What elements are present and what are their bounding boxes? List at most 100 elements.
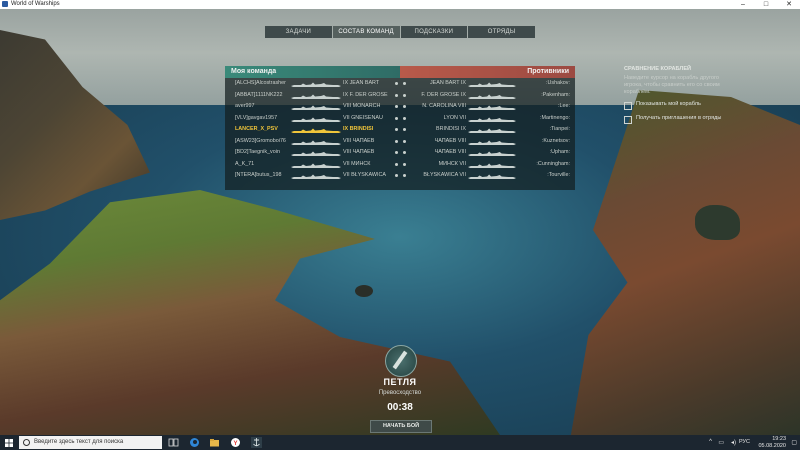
ship-silhouette-icon xyxy=(468,162,516,168)
player-name: [VLV]gavgav1957 xyxy=(235,114,278,121)
enemy-team-row[interactable]: JEAN BART IX :Ushakov: xyxy=(400,78,575,90)
start-button[interactable] xyxy=(0,435,18,450)
ship-name: LYON VII xyxy=(443,114,466,121)
tray-chevron-icon[interactable]: ^ xyxy=(709,439,712,445)
player-name: :Upham: xyxy=(549,149,570,155)
enemy-team-row[interactable]: BŁYSKAWICA VII:Tourville: xyxy=(400,170,575,182)
clock[interactable]: 19:23 05.08.2020 xyxy=(746,436,786,449)
ship-name: JEAN BART IX xyxy=(429,80,466,86)
tab-tasks[interactable]: ЗАДАЧИ xyxy=(265,26,332,38)
player-name: [NTERA]butus_198 xyxy=(235,172,282,178)
status-dot-icon xyxy=(403,93,406,97)
task-view-icon[interactable] xyxy=(168,437,179,448)
system-tray: ^ ▭ ◂) РУС 19:23 05.08.2020 ▢ xyxy=(680,435,800,450)
my-team-row[interactable]: [VLV]gavgav1957 VII GNEISENAU xyxy=(225,113,400,125)
ship-silhouette-icon xyxy=(291,104,341,110)
clock-date: 05.08.2020 xyxy=(758,442,786,449)
search-placeholder: Введите здесь текст для поиска xyxy=(34,439,124,445)
my-team-row[interactable]: aver997 VIII MONARCH xyxy=(225,101,400,113)
ship-name: IX BRINDISI xyxy=(343,126,374,132)
enemy-team-row[interactable]: ЧАПАЕВ VIII :Kuznetsov: xyxy=(400,136,575,148)
enemy-team-header: Противники xyxy=(400,66,575,78)
ship-silhouette-icon xyxy=(468,139,516,145)
my-team-list: [ALCHS]Alcostrasher IX JEAN BART [ABBAT]11… xyxy=(225,78,400,182)
notifications-icon[interactable]: ▢ xyxy=(791,439,797,446)
ship-silhouette-icon xyxy=(291,127,341,133)
tab-team-composition[interactable]: СОСТАВ КОМАНД xyxy=(332,26,400,38)
window-title: World of Warships xyxy=(11,1,60,7)
status-dot-icon xyxy=(403,128,406,131)
tab-hints[interactable]: ПОДСКАЗКИ xyxy=(400,26,468,38)
receive-invites-checkbox[interactable]: Получать приглашения в отряды xyxy=(624,115,739,124)
svg-text:Y: Y xyxy=(233,441,237,447)
status-dot-icon xyxy=(403,174,406,177)
top-nav: ЗАДАЧИ СОСТАВ КОМАНД ПОДСКАЗКИ ОТРЯДЫ xyxy=(265,26,536,38)
show-my-ship-checkbox[interactable]: Показывать мой корабль xyxy=(624,101,739,110)
ship-silhouette-icon xyxy=(291,93,341,99)
my-team-row[interactable]: [ASW23]Gromoboi76 VIII ЧАПАЕВ xyxy=(225,136,400,148)
status-dot-icon xyxy=(403,105,406,108)
status-dot-icon xyxy=(395,162,398,166)
maximize-icon[interactable]: □ xyxy=(755,0,777,9)
checkbox-label: Показывать мой корабль xyxy=(636,101,701,107)
battle-mode: Превосходство xyxy=(378,390,422,396)
ship-silhouette-icon xyxy=(468,93,516,99)
enemy-team-row[interactable]: BRINDISI IX:Tianpei: xyxy=(400,124,575,136)
enemy-team-row[interactable]: ЧАПАЕВ VIII :Upham: xyxy=(400,147,575,159)
ship-silhouette-icon xyxy=(468,150,516,156)
enemy-team-row[interactable]: F. DER GROSE IX :Pakenham: xyxy=(400,90,575,102)
player-name: :Kuznetsov: xyxy=(541,137,570,144)
ship-silhouette-icon xyxy=(291,150,341,156)
enemy-team-list: JEAN BART IX :Ushakov: F. DER GROSE IX :Pak… xyxy=(400,78,575,182)
enemy-team-row[interactable]: N. CAROLINA VIII:Lee: xyxy=(400,101,575,113)
ship-name: ЧАПАЕВ VIII xyxy=(434,137,466,144)
my-team-row[interactable]: [NTERA]butus_198 VII BŁYSKAWICA xyxy=(225,170,400,182)
game-screen: World of Warships – □ ✕ ЗАДАЧИ СОСТАВ КО… xyxy=(0,0,800,450)
ship-silhouette-icon xyxy=(468,81,516,87)
enemy-team-row[interactable]: LYON VII :Martinengo: xyxy=(400,113,575,125)
windows-logo-icon xyxy=(5,439,13,447)
ship-name: ЧАПАЕВ VIII xyxy=(434,149,466,155)
player-name: :Cunningham: xyxy=(536,160,570,167)
status-dot-icon xyxy=(395,105,398,108)
volume-icon[interactable]: ◂) xyxy=(731,439,736,446)
start-battle-button[interactable]: НАЧАТЬ БОЙ xyxy=(370,420,432,433)
status-dot-icon xyxy=(395,93,398,97)
countdown-timer: 00:38 xyxy=(387,402,413,413)
status-dot-icon xyxy=(403,116,406,120)
taskbar-search-box[interactable]: Введите здесь текст для поиска xyxy=(19,436,162,449)
close-icon[interactable]: ✕ xyxy=(778,0,800,9)
sea-rock xyxy=(695,205,740,240)
ship-name: F. DER GROSE IX xyxy=(421,91,466,98)
enemy-team-row[interactable]: МИНСК VII :Cunningham: xyxy=(400,159,575,171)
player-name: :Ushakov: xyxy=(546,80,570,86)
ship-silhouette-icon xyxy=(468,173,516,179)
status-dot-icon xyxy=(403,139,406,143)
player-name: :Pakenham: xyxy=(541,91,570,98)
my-team-row[interactable]: A_K_71 VII МИНСК xyxy=(225,159,400,171)
edge-browser-icon[interactable] xyxy=(189,437,200,448)
player-name: [BD2]Taegnik_voin xyxy=(235,149,280,155)
status-dot-icon xyxy=(395,139,398,143)
tab-divisions[interactable]: ОТРЯДЫ xyxy=(468,26,535,38)
my-team-row[interactable]: [ABBAT]1111NK222 IX F. DER GROSE xyxy=(225,90,400,102)
player-name: :Lee: xyxy=(558,103,570,109)
map-name: ПЕТЛЯ xyxy=(383,377,417,387)
world-of-warships-icon[interactable] xyxy=(251,437,262,448)
yandex-browser-icon[interactable]: Y xyxy=(230,437,241,448)
ship-name: VII GNEISENAU xyxy=(343,114,383,121)
checkbox-icon[interactable] xyxy=(624,102,632,110)
ship-name: VIII ЧАПАЕВ xyxy=(343,137,375,144)
ship-name: VII BŁYSKAWICA xyxy=(343,172,386,178)
my-team-row[interactable]: [BD2]Taegnik_voin VIII ЧАПАЕВ xyxy=(225,147,400,159)
checkbox-icon[interactable] xyxy=(624,116,632,124)
my-team-row[interactable]: LANCER_X_PSV IX BRINDISI xyxy=(225,124,400,136)
file-explorer-icon[interactable] xyxy=(209,437,220,448)
ship-name: МИНСК VII xyxy=(438,160,466,167)
ship-name: IX JEAN BART xyxy=(343,80,380,86)
player-name: :Martinengo: xyxy=(540,114,570,121)
ship-silhouette-icon xyxy=(468,127,516,133)
minimize-icon[interactable]: – xyxy=(732,0,754,9)
network-icon[interactable]: ▭ xyxy=(718,439,724,446)
my-team-row[interactable]: [ALCHS]Alcostrasher IX JEAN BART xyxy=(225,78,400,90)
